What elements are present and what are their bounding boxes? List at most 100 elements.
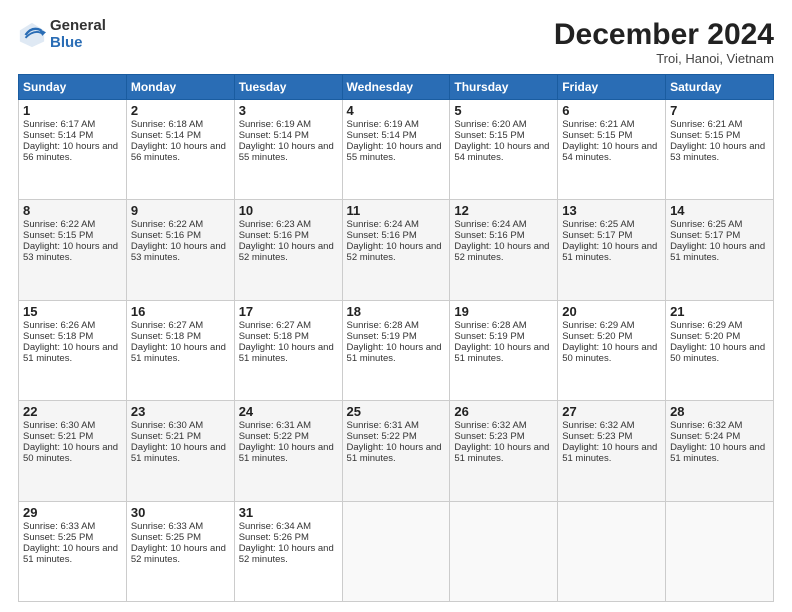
sunrise: Sunrise: 6:17 AM xyxy=(23,119,95,130)
logo-blue-text: Blue xyxy=(50,35,106,52)
calendar-cell: 18Sunrise: 6:28 AMSunset: 5:19 PMDayligh… xyxy=(342,300,450,400)
sunrise: Sunrise: 6:33 AM xyxy=(23,521,95,532)
day-header-tuesday: Tuesday xyxy=(234,75,342,100)
day-number: 15 xyxy=(23,304,122,319)
day-header-thursday: Thursday xyxy=(450,75,558,100)
sunset: Sunset: 5:15 PM xyxy=(670,130,740,141)
calendar-cell: 21Sunrise: 6:29 AMSunset: 5:20 PMDayligh… xyxy=(666,300,774,400)
day-number: 3 xyxy=(239,103,338,118)
calendar-cell: 19Sunrise: 6:28 AMSunset: 5:19 PMDayligh… xyxy=(450,300,558,400)
daylight: Daylight: 10 hours and 55 minutes. xyxy=(239,141,334,163)
sunrise: Sunrise: 6:30 AM xyxy=(23,420,95,431)
sunrise: Sunrise: 6:29 AM xyxy=(562,320,634,331)
sunset: Sunset: 5:17 PM xyxy=(562,230,632,241)
week-row-3: 15Sunrise: 6:26 AMSunset: 5:18 PMDayligh… xyxy=(19,300,774,400)
sunset: Sunset: 5:14 PM xyxy=(347,130,417,141)
calendar-cell: 24Sunrise: 6:31 AMSunset: 5:22 PMDayligh… xyxy=(234,401,342,501)
sunrise: Sunrise: 6:28 AM xyxy=(347,320,419,331)
sunset: Sunset: 5:20 PM xyxy=(562,331,632,342)
calendar-cell: 9Sunrise: 6:22 AMSunset: 5:16 PMDaylight… xyxy=(126,200,234,300)
sunset: Sunset: 5:16 PM xyxy=(347,230,417,241)
daylight: Daylight: 10 hours and 52 minutes. xyxy=(239,241,334,263)
sunset: Sunset: 5:18 PM xyxy=(131,331,201,342)
day-number: 30 xyxy=(131,505,230,520)
sunrise: Sunrise: 6:21 AM xyxy=(562,119,634,130)
day-number: 13 xyxy=(562,203,661,218)
logo: General Blue xyxy=(18,18,106,51)
sunrise: Sunrise: 6:22 AM xyxy=(23,219,95,230)
daylight: Daylight: 10 hours and 51 minutes. xyxy=(562,442,657,464)
calendar-cell: 22Sunrise: 6:30 AMSunset: 5:21 PMDayligh… xyxy=(19,401,127,501)
sunset: Sunset: 5:23 PM xyxy=(562,431,632,442)
day-number: 25 xyxy=(347,404,446,419)
day-number: 24 xyxy=(239,404,338,419)
daylight: Daylight: 10 hours and 51 minutes. xyxy=(239,442,334,464)
day-number: 18 xyxy=(347,304,446,319)
sunrise: Sunrise: 6:27 AM xyxy=(239,320,311,331)
sunrise: Sunrise: 6:25 AM xyxy=(562,219,634,230)
sunrise: Sunrise: 6:21 AM xyxy=(670,119,742,130)
sunset: Sunset: 5:26 PM xyxy=(239,532,309,543)
day-number: 31 xyxy=(239,505,338,520)
sunset: Sunset: 5:23 PM xyxy=(454,431,524,442)
calendar-cell: 10Sunrise: 6:23 AMSunset: 5:16 PMDayligh… xyxy=(234,200,342,300)
daylight: Daylight: 10 hours and 52 minutes. xyxy=(131,543,226,565)
daylight: Daylight: 10 hours and 51 minutes. xyxy=(23,543,118,565)
calendar-cell: 12Sunrise: 6:24 AMSunset: 5:16 PMDayligh… xyxy=(450,200,558,300)
calendar-cell: 5Sunrise: 6:20 AMSunset: 5:15 PMDaylight… xyxy=(450,100,558,200)
calendar-cell: 26Sunrise: 6:32 AMSunset: 5:23 PMDayligh… xyxy=(450,401,558,501)
daylight: Daylight: 10 hours and 51 minutes. xyxy=(454,342,549,364)
sunset: Sunset: 5:14 PM xyxy=(239,130,309,141)
daylight: Daylight: 10 hours and 55 minutes. xyxy=(347,141,442,163)
day-number: 28 xyxy=(670,404,769,419)
day-number: 20 xyxy=(562,304,661,319)
sunset: Sunset: 5:20 PM xyxy=(670,331,740,342)
sunrise: Sunrise: 6:32 AM xyxy=(454,420,526,431)
logo-icon xyxy=(18,21,46,49)
day-header-monday: Monday xyxy=(126,75,234,100)
sunrise: Sunrise: 6:20 AM xyxy=(454,119,526,130)
calendar-cell: 28Sunrise: 6:32 AMSunset: 5:24 PMDayligh… xyxy=(666,401,774,501)
calendar-cell: 2Sunrise: 6:18 AMSunset: 5:14 PMDaylight… xyxy=(126,100,234,200)
calendar-cell: 4Sunrise: 6:19 AMSunset: 5:14 PMDaylight… xyxy=(342,100,450,200)
sunset: Sunset: 5:14 PM xyxy=(23,130,93,141)
sunset: Sunset: 5:21 PM xyxy=(131,431,201,442)
day-number: 2 xyxy=(131,103,230,118)
sunset: Sunset: 5:14 PM xyxy=(131,130,201,141)
sunset: Sunset: 5:15 PM xyxy=(562,130,632,141)
day-number: 1 xyxy=(23,103,122,118)
sunset: Sunset: 5:22 PM xyxy=(347,431,417,442)
calendar-cell: 30Sunrise: 6:33 AMSunset: 5:25 PMDayligh… xyxy=(126,501,234,601)
day-number: 11 xyxy=(347,203,446,218)
month-title: December 2024 xyxy=(554,18,774,51)
sunrise: Sunrise: 6:18 AM xyxy=(131,119,203,130)
daylight: Daylight: 10 hours and 51 minutes. xyxy=(23,342,118,364)
daylight: Daylight: 10 hours and 54 minutes. xyxy=(562,141,657,163)
calendar-cell: 17Sunrise: 6:27 AMSunset: 5:18 PMDayligh… xyxy=(234,300,342,400)
sunrise: Sunrise: 6:27 AM xyxy=(131,320,203,331)
calendar-cell: 25Sunrise: 6:31 AMSunset: 5:22 PMDayligh… xyxy=(342,401,450,501)
day-number: 26 xyxy=(454,404,553,419)
day-number: 4 xyxy=(347,103,446,118)
calendar-page: General Blue December 2024 Troi, Hanoi, … xyxy=(0,0,792,612)
sunset: Sunset: 5:18 PM xyxy=(239,331,309,342)
location: Troi, Hanoi, Vietnam xyxy=(554,51,774,66)
sunrise: Sunrise: 6:19 AM xyxy=(347,119,419,130)
calendar-cell: 6Sunrise: 6:21 AMSunset: 5:15 PMDaylight… xyxy=(558,100,666,200)
daylight: Daylight: 10 hours and 51 minutes. xyxy=(454,442,549,464)
calendar-cell: 20Sunrise: 6:29 AMSunset: 5:20 PMDayligh… xyxy=(558,300,666,400)
logo-text: General Blue xyxy=(50,18,106,51)
empty-cell xyxy=(666,501,774,601)
calendar-cell: 1Sunrise: 6:17 AMSunset: 5:14 PMDaylight… xyxy=(19,100,127,200)
day-number: 16 xyxy=(131,304,230,319)
day-number: 10 xyxy=(239,203,338,218)
daylight: Daylight: 10 hours and 51 minutes. xyxy=(562,241,657,263)
sunset: Sunset: 5:21 PM xyxy=(23,431,93,442)
day-number: 5 xyxy=(454,103,553,118)
sunset: Sunset: 5:17 PM xyxy=(670,230,740,241)
day-number: 14 xyxy=(670,203,769,218)
calendar-cell: 8Sunrise: 6:22 AMSunset: 5:15 PMDaylight… xyxy=(19,200,127,300)
daylight: Daylight: 10 hours and 53 minutes. xyxy=(23,241,118,263)
week-row-2: 8Sunrise: 6:22 AMSunset: 5:15 PMDaylight… xyxy=(19,200,774,300)
calendar-table: SundayMondayTuesdayWednesdayThursdayFrid… xyxy=(18,74,774,602)
